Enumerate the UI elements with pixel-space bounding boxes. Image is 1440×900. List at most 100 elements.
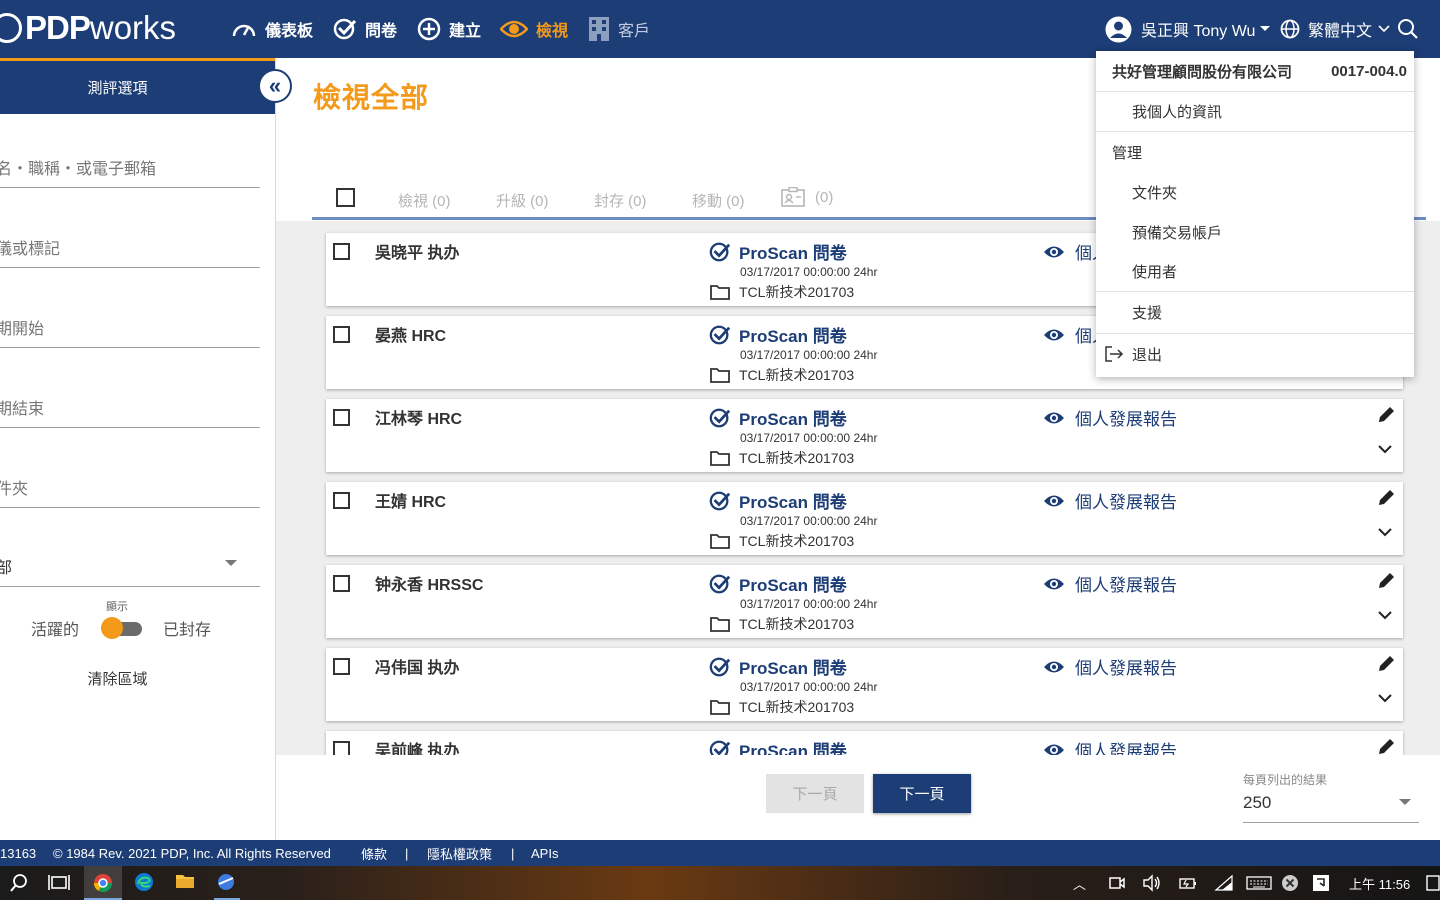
nav-surveys[interactable]: 問卷	[333, 0, 397, 58]
pdpworks-logo[interactable]: PDP works	[0, 8, 176, 48]
survey-link[interactable]: ProScan 問卷	[709, 405, 847, 430]
notification-icon[interactable]	[1426, 874, 1440, 892]
id-card-icon[interactable]	[781, 187, 805, 207]
row-checkbox[interactable]	[333, 741, 350, 755]
task-view-icon[interactable]	[48, 872, 70, 894]
folder-info: TCL新技术201703	[710, 282, 854, 302]
chevron-down-icon[interactable]	[1378, 611, 1392, 620]
search-icon[interactable]	[1397, 18, 1419, 40]
tag-filter-field[interactable]: 儀或標記	[0, 235, 260, 268]
row-checkbox[interactable]	[333, 326, 350, 343]
row-checkbox[interactable]	[333, 243, 350, 260]
menu-item-profile[interactable]: 我個人的資訊	[1096, 92, 1414, 132]
chevron-down-icon[interactable]	[1378, 445, 1392, 454]
nav-view[interactable]: 檢視	[500, 0, 568, 58]
meet-icon[interactable]	[1108, 874, 1126, 892]
menu-item-users[interactable]: 使用者	[1096, 252, 1414, 292]
pencil-icon[interactable]	[1376, 405, 1396, 425]
survey-link[interactable]: ProScan 問卷	[709, 322, 847, 347]
collapse-sidebar-button[interactable]: «	[258, 69, 292, 103]
app-icon[interactable]	[216, 872, 236, 892]
chevron-down-icon[interactable]	[1378, 694, 1392, 703]
report-link[interactable]: 個人發展報告	[1043, 405, 1177, 430]
per-page-value: 250	[1243, 793, 1272, 812]
end-date-field[interactable]: 期結束	[0, 395, 260, 428]
caret-down-icon	[225, 560, 237, 566]
footer-privacy-link[interactable]: 隱私權政策	[427, 844, 492, 863]
edge-icon[interactable]	[134, 872, 154, 892]
tray-expand-icon[interactable]: ︿	[1073, 874, 1086, 893]
name-search-field[interactable]: 名・職稱・或電子郵箱	[0, 155, 260, 188]
bulk-upgrade-button[interactable]: 升級 (0)	[496, 190, 549, 211]
toggle-caption: 顯示	[106, 601, 128, 613]
type-select[interactable]: 部	[0, 554, 260, 587]
survey-link[interactable]: ProScan 問卷	[709, 654, 847, 679]
check-circle-icon	[709, 408, 731, 427]
prev-page-button[interactable]: 下一頁	[766, 774, 864, 813]
logout-label: 退出	[1132, 346, 1163, 364]
pencil-icon[interactable]	[1376, 488, 1396, 508]
bulk-archive-button[interactable]: 封存 (0)	[594, 190, 647, 211]
footer-separator: |	[405, 845, 409, 861]
user-menu-toggle[interactable]: 吳正興 Tony Wu	[1105, 0, 1271, 58]
survey-link[interactable]: ProScan 問卷	[709, 239, 847, 264]
menu-item-folders[interactable]: 文件夾	[1096, 172, 1414, 212]
chevron-down-icon[interactable]	[1378, 528, 1392, 537]
row-checkbox[interactable]	[333, 492, 350, 509]
nav-dashboard[interactable]: 儀表板	[231, 0, 313, 58]
footer-apis-link[interactable]: APIs	[531, 846, 558, 861]
nav-clients[interactable]: 客戶	[588, 0, 650, 58]
survey-link[interactable]: ProScan 問卷	[709, 488, 847, 513]
row-checkbox[interactable]	[333, 658, 350, 675]
menu-item-logout[interactable]: 退出	[1096, 334, 1414, 374]
survey-date: 03/17/2017 00:00:00 24hr	[740, 348, 878, 362]
language-selector[interactable]: 繁體中文	[1280, 0, 1390, 58]
report-link[interactable]: 個人發展報告	[1043, 737, 1177, 755]
pencil-icon[interactable]	[1376, 654, 1396, 674]
input-method-icon[interactable]	[1312, 874, 1330, 892]
menu-item-support[interactable]: 支援	[1096, 292, 1414, 334]
row-checkbox[interactable]	[333, 575, 350, 592]
per-page-select[interactable]: 250	[1243, 793, 1419, 823]
wifi-icon[interactable]	[1214, 874, 1234, 892]
per-page-label: 每頁列出的結果	[1243, 773, 1328, 787]
select-all-checkbox[interactable]	[336, 188, 355, 207]
folder-icon	[710, 617, 730, 632]
report-link[interactable]: 個人發展報告	[1043, 654, 1177, 679]
chevron-down-icon	[1378, 25, 1390, 33]
file-explorer-icon[interactable]	[175, 872, 195, 890]
eye-icon	[1044, 246, 1064, 257]
keyboard-icon[interactable]	[1246, 876, 1272, 890]
footer-copyright: © 1984 Rev. 2021 PDP, Inc. All Rights Re…	[53, 845, 331, 861]
pencil-icon[interactable]	[1376, 737, 1396, 755]
row-checkbox[interactable]	[333, 409, 350, 426]
archive-toggle-knob[interactable]	[101, 617, 123, 639]
volume-icon[interactable]	[1142, 874, 1162, 892]
survey-link[interactable]: ProScan 問卷	[709, 571, 847, 596]
close-circle-icon[interactable]	[1281, 874, 1299, 892]
start-date-field[interactable]: 期開始	[0, 315, 260, 348]
report-label: 個人發展報告	[1075, 742, 1177, 755]
bulk-view-button[interactable]: 檢視 (0)	[398, 190, 451, 211]
survey-label: ProScan 問卷	[739, 742, 847, 755]
search-icon[interactable]	[8, 872, 30, 894]
folder-field[interactable]: 件夾	[0, 475, 260, 508]
battery-icon[interactable]	[1178, 874, 1198, 892]
report-link[interactable]: 個人發展報告	[1043, 488, 1177, 513]
footer-terms-link[interactable]: 條款	[361, 844, 387, 863]
caret-down-icon	[1260, 26, 1271, 31]
sidebar-title: 測評選項	[87, 80, 148, 97]
report-label: 個人發展報告	[1075, 410, 1177, 429]
survey-link[interactable]: ProScan 問卷	[709, 737, 847, 755]
report-link[interactable]: 個人發展報告	[1043, 571, 1177, 596]
menu-item-reserve-accounts[interactable]: 預備交易帳戶	[1096, 212, 1414, 252]
respondent-name: 吴前峰 执办	[375, 743, 460, 755]
clear-fields-button[interactable]: 清除區域	[0, 668, 235, 689]
folder-info: TCL新技术201703	[710, 365, 854, 385]
taskbar-active-app[interactable]	[84, 866, 122, 900]
nav-create[interactable]: 建立	[417, 0, 481, 58]
pencil-icon[interactable]	[1376, 571, 1396, 591]
clock[interactable]: 上午 11:56	[1349, 874, 1410, 893]
next-page-button[interactable]: 下一頁	[873, 774, 971, 813]
bulk-move-button[interactable]: 移動 (0)	[692, 190, 745, 211]
